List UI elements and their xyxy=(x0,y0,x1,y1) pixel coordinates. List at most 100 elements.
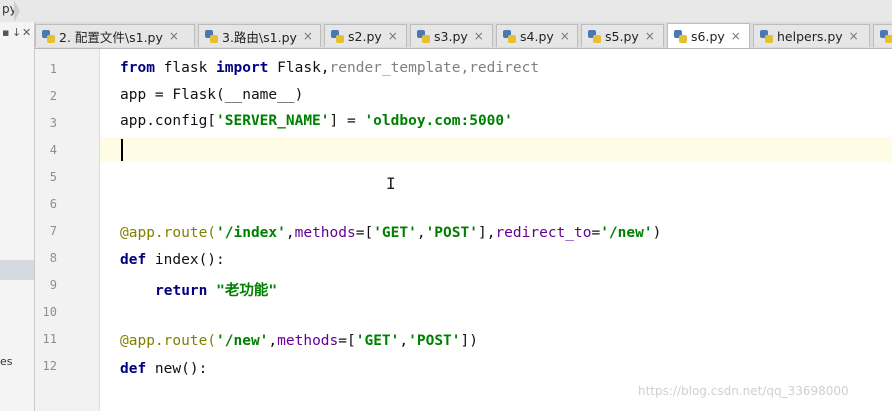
tab-label: 3.路由\s1.py xyxy=(222,29,297,45)
tab-s4-py[interactable]: s4.py × xyxy=(496,24,578,47)
code-line-8[interactable]: def index(): xyxy=(120,252,225,268)
tab-s2-py[interactable]: s2.py × xyxy=(324,24,407,47)
tab-label: helpers.py xyxy=(777,28,843,44)
line-number: 2 xyxy=(49,89,57,103)
python-file-icon xyxy=(205,29,218,43)
code-line-1[interactable]: from flask import Flask,render_template,… xyxy=(120,60,539,76)
code-text: =[ xyxy=(338,333,356,349)
code-text: ) xyxy=(652,225,662,241)
code-text: , xyxy=(416,225,426,241)
line-number: 8 xyxy=(49,251,57,265)
code-text: ]) xyxy=(460,333,478,349)
tab-label: 2. 配置文件\s1.py xyxy=(59,29,163,45)
unused-import: render_template,redirect xyxy=(329,60,540,76)
python-file-icon xyxy=(760,29,773,43)
panel-close-icon[interactable]: ✕ xyxy=(22,26,31,39)
code-text: =[ xyxy=(355,225,374,241)
panel-settings-icon[interactable]: ▪ xyxy=(2,26,9,39)
tab-close-icon[interactable]: × xyxy=(169,29,179,43)
tab-close-icon[interactable]: × xyxy=(849,29,859,43)
line-number: 9 xyxy=(49,278,57,292)
keyword-argument: methods xyxy=(277,333,339,349)
python-file-icon xyxy=(588,29,601,43)
string-literal: 'GET' xyxy=(355,333,400,349)
line-number: 12 xyxy=(42,359,57,373)
line-number: 5 xyxy=(49,170,57,184)
tab-label: s6.py xyxy=(691,28,725,44)
tab-2-s1-py[interactable]: 2. 配置文件\s1.py × xyxy=(35,24,195,47)
keyword: def xyxy=(120,361,147,377)
code-line-7[interactable]: @app.route('/index',methods=['GET','POST… xyxy=(120,225,661,241)
code-text: , xyxy=(399,333,409,349)
keyword: import xyxy=(216,60,269,76)
tab-label: s4.py xyxy=(520,28,554,44)
tab-s6-py[interactable]: s6.py × xyxy=(667,23,750,48)
line-number: 11 xyxy=(42,332,57,346)
navigation-bar: py xyxy=(0,0,892,23)
code-line-2[interactable]: app = Flask(__name__) xyxy=(120,87,303,103)
code-text: flask xyxy=(154,60,217,76)
string-literal: 'GET' xyxy=(373,225,417,241)
line-number: 10 xyxy=(42,305,57,319)
string-literal: "老功能" xyxy=(207,283,278,299)
tab-close-icon[interactable]: × xyxy=(303,29,313,43)
tab-label: s3.py xyxy=(434,28,468,44)
line-number: 6 xyxy=(49,197,57,211)
code-text: index(): xyxy=(146,252,225,268)
selected-tree-row[interactable] xyxy=(0,260,34,280)
python-file-icon xyxy=(331,29,344,43)
watermark: https://blog.csdn.net/qq_33698000 xyxy=(638,384,849,398)
python-file-icon xyxy=(417,29,430,43)
current-line-highlight xyxy=(100,137,892,162)
line-number: 1 xyxy=(49,62,57,76)
string-literal: 'oldboy.com:5000' xyxy=(364,113,513,129)
breadcrumb-separator-icon xyxy=(14,0,20,22)
editor-tab-bar: 2. 配置文件\s1.py × 3.路由\s1.py × s2.py × s3.py × s4.… xyxy=(35,22,892,49)
line-number: 4 xyxy=(49,143,57,157)
tab-label: s5.py xyxy=(605,28,639,44)
panel-scroll-icon[interactable]: ↓ xyxy=(12,26,21,39)
tab-close-icon[interactable]: × xyxy=(474,29,484,43)
keyword: def xyxy=(120,252,147,268)
string-literal: 'POST' xyxy=(408,333,461,349)
keyword-argument: methods xyxy=(294,225,356,241)
text-caret xyxy=(121,139,123,161)
tab-more[interactable] xyxy=(873,24,892,47)
tab-close-icon[interactable]: × xyxy=(645,29,655,43)
code-text: , xyxy=(268,333,278,349)
python-file-icon xyxy=(42,29,55,43)
string-literal: 'SERVER_NAME' xyxy=(216,113,330,129)
code-text: = xyxy=(591,225,601,241)
tree-item-label[interactable]: es xyxy=(0,355,13,368)
code-line-12[interactable]: def new(): xyxy=(120,361,207,377)
tab-s3-py[interactable]: s3.py × xyxy=(410,24,493,47)
code-editor[interactable]: from flask import Flask,render_template,… xyxy=(100,49,892,411)
code-text: Flask, xyxy=(268,60,330,76)
decorator: @app.route( xyxy=(120,225,217,241)
tab-label: s2.py xyxy=(348,28,382,44)
string-literal: '/new' xyxy=(600,225,653,241)
mouse-ibeam-cursor: I xyxy=(386,174,396,193)
string-literal: '/index' xyxy=(216,225,286,241)
code-text: app.config[ xyxy=(120,113,217,129)
code-line-9[interactable]: return "老功能" xyxy=(155,279,277,300)
code-line-11[interactable]: @app.route('/new',methods=['GET','POST']… xyxy=(120,333,478,349)
code-text: new(): xyxy=(146,361,208,377)
line-number: 7 xyxy=(49,224,57,238)
python-file-icon xyxy=(674,29,687,43)
line-number: 3 xyxy=(49,116,57,130)
tab-3-s1-py[interactable]: 3.路由\s1.py × xyxy=(198,24,321,47)
code-line-3[interactable]: app.config['SERVER_NAME'] = 'oldboy.com:… xyxy=(120,113,513,129)
tab-s5-py[interactable]: s5.py × xyxy=(581,24,664,47)
line-gutter: 1 2 3 4 5 6 7 8 9 10 11 12 xyxy=(35,49,114,411)
code-text: ], xyxy=(477,225,496,241)
keyword-argument: redirect_to xyxy=(495,225,592,241)
tab-close-icon[interactable]: × xyxy=(560,29,570,43)
python-file-icon xyxy=(880,29,892,43)
tab-helpers-py[interactable]: helpers.py × xyxy=(753,24,870,47)
tab-close-icon[interactable]: × xyxy=(731,29,741,43)
keyword: from xyxy=(120,60,155,76)
tab-close-icon[interactable]: × xyxy=(388,29,398,43)
python-file-icon xyxy=(503,29,516,43)
code-text: ] = xyxy=(329,113,365,129)
